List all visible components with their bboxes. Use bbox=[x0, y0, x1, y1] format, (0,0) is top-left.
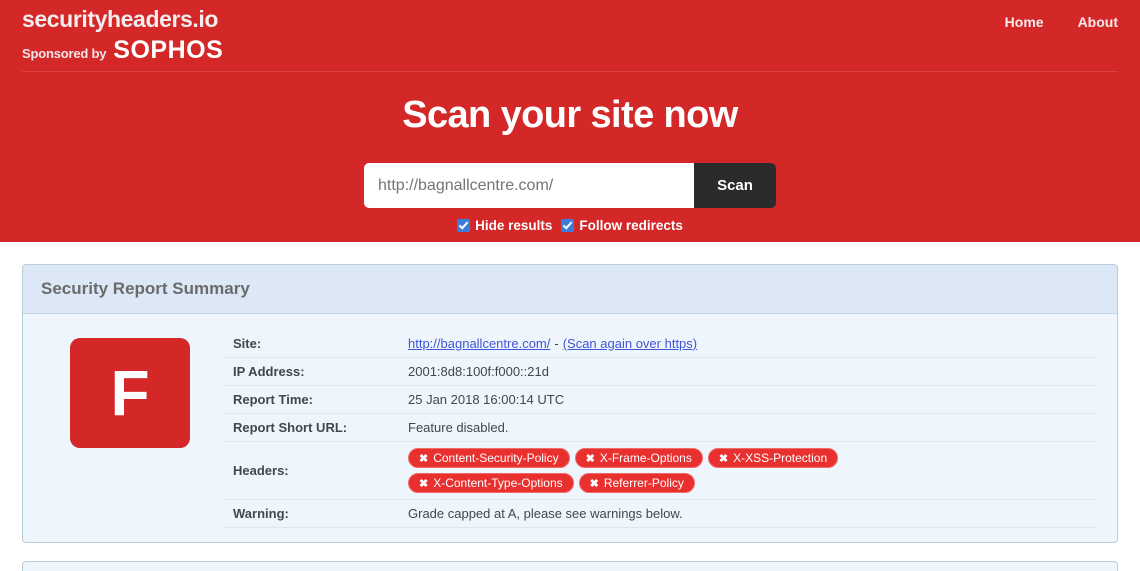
headers-value: ✖ Content-Security-Policy ✖ X-Frame-Options… bbox=[400, 441, 1095, 500]
table-row-headers: Headers: ✖ Content-Security-Policy ✖ X-Fram… bbox=[225, 441, 1095, 500]
brand-sponsor-line: Sponsored by SOPHOS bbox=[22, 38, 223, 63]
option-follow-redirects-label: Follow redirects bbox=[579, 218, 683, 233]
cross-icon: ✖ bbox=[419, 477, 429, 490]
panel-body: F Site: http://bagnallcentre.com/- (Scan … bbox=[23, 314, 1117, 542]
missing-header-badge: ✖ Content-Security-Policy bbox=[408, 448, 570, 468]
headers-label: Headers: bbox=[225, 441, 400, 500]
missing-headers-list: ✖ Content-Security-Policy ✖ X-Frame-Options… bbox=[408, 448, 1008, 493]
ip-address-value: 2001:8d8:100f:f000::21d bbox=[400, 357, 1095, 386]
missing-header-badge: ✖ Referrer-Policy bbox=[578, 473, 695, 493]
sophos-logo: SOPHOS bbox=[113, 36, 224, 64]
security-report-summary-panel: Security Report Summary F Site: http://b… bbox=[22, 264, 1118, 543]
hero-banner: securityheaders.io Sponsored by SOPHOS H… bbox=[0, 0, 1140, 242]
grade-badge: F bbox=[70, 338, 190, 448]
site-separator: - bbox=[554, 336, 559, 351]
cross-icon: ✖ bbox=[585, 452, 595, 465]
grade-column: F bbox=[35, 330, 225, 528]
option-hide-results[interactable]: Hide results bbox=[457, 218, 552, 233]
missing-header-name: X-Content-Type-Options bbox=[433, 476, 563, 490]
site-label: Site: bbox=[225, 330, 400, 358]
panel-heading: Security Report Summary bbox=[23, 265, 1117, 314]
warning-value: Grade capped at A, please see warnings b… bbox=[400, 499, 1095, 528]
site-value: http://bagnallcentre.com/- (Scan again ov… bbox=[400, 330, 1095, 358]
detail-column: Site: http://bagnallcentre.com/- (Scan ag… bbox=[225, 330, 1105, 528]
table-row-ip: IP Address: 2001:8d8:100f:f000::21d bbox=[225, 357, 1095, 386]
missing-header-badge: ✖ X-XSS-Protection bbox=[707, 448, 839, 468]
report-content: Security Report Summary F Site: http://b… bbox=[0, 242, 1140, 571]
nav-item-home[interactable]: Home bbox=[1005, 14, 1044, 30]
rescan-https-link[interactable]: (Scan again over https) bbox=[563, 336, 697, 351]
brand-logo[interactable]: securityheaders.io Sponsored by SOPHOS bbox=[22, 8, 223, 63]
next-report-panel bbox=[22, 561, 1118, 571]
page-title: Scan your site now bbox=[402, 94, 738, 136]
table-row-warning: Warning: Grade capped at A, please see w… bbox=[225, 499, 1095, 528]
report-time-label: Report Time: bbox=[225, 385, 400, 414]
ip-address-label: IP Address: bbox=[225, 357, 400, 386]
summary-details-table: Site: http://bagnallcentre.com/- (Scan ag… bbox=[225, 330, 1095, 528]
missing-header-badge: ✖ X-Frame-Options bbox=[574, 448, 703, 468]
panel-title: Security Report Summary bbox=[41, 279, 250, 298]
brand-name: securityheaders.io bbox=[22, 6, 219, 32]
scan-options: Hide results Follow redirects bbox=[0, 218, 1140, 233]
nav-item-about[interactable]: About bbox=[1078, 14, 1118, 30]
scan-url-input[interactable] bbox=[364, 163, 694, 208]
main-nav: Home About bbox=[1005, 14, 1118, 30]
cross-icon: ✖ bbox=[718, 452, 729, 465]
option-follow-redirects[interactable]: Follow redirects bbox=[561, 218, 683, 233]
checkbox-checked-icon[interactable] bbox=[457, 219, 471, 232]
sponsor-prefix: Sponsored by bbox=[22, 46, 107, 61]
missing-header-name: X-XSS-Protection bbox=[733, 451, 828, 465]
missing-header-name: Content-Security-Policy bbox=[433, 451, 559, 465]
option-hide-results-label: Hide results bbox=[475, 218, 553, 233]
cross-icon: ✖ bbox=[419, 452, 429, 465]
checkbox-checked-icon[interactable] bbox=[561, 219, 575, 232]
missing-header-name: Referrer-Policy bbox=[603, 476, 684, 490]
site-url-link[interactable]: http://bagnallcentre.com/ bbox=[408, 336, 550, 351]
table-row-report-time: Report Time: 25 Jan 2018 16:00:14 UTC bbox=[225, 385, 1095, 414]
table-row-site: Site: http://bagnallcentre.com/- (Scan ag… bbox=[225, 330, 1095, 358]
table-row-short-url: Report Short URL: Feature disabled. bbox=[225, 413, 1095, 442]
report-short-url-label: Report Short URL: bbox=[225, 413, 400, 442]
cross-icon: ✖ bbox=[589, 477, 599, 490]
warning-label: Warning: bbox=[225, 499, 400, 528]
missing-header-name: X-Frame-Options bbox=[599, 451, 692, 465]
report-time-value: 25 Jan 2018 16:00:14 UTC bbox=[400, 385, 1095, 414]
site-header: securityheaders.io Sponsored by SOPHOS H… bbox=[22, 0, 1118, 72]
missing-header-badge: ✖ X-Content-Type-Options bbox=[408, 473, 574, 493]
scan-form: Scan bbox=[0, 163, 1140, 208]
scan-button[interactable]: Scan bbox=[694, 163, 776, 208]
report-short-url-value: Feature disabled. bbox=[400, 413, 1095, 442]
